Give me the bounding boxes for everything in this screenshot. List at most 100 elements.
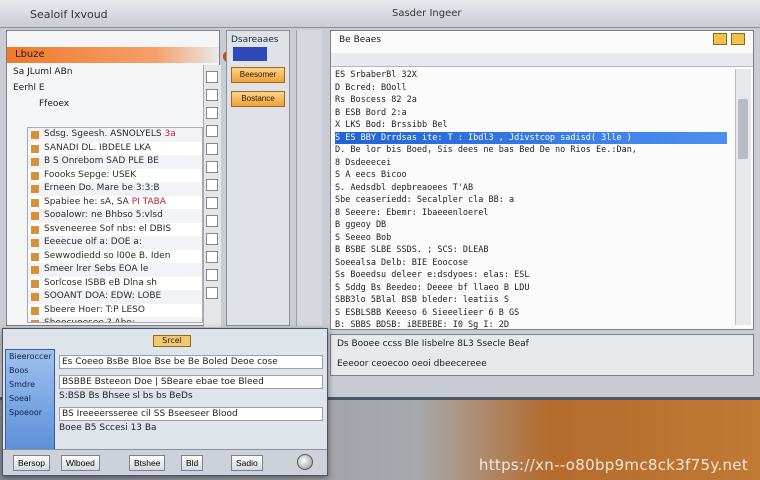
dialog-tab[interactable]: Srcel [153,335,191,347]
text-line[interactable]: SBB3lo 5Blal BSB bleder: leatiis S [335,294,727,307]
footer-button-4[interactable]: Bld [181,455,204,471]
list-item-label: Spabiee he: sA, SA [44,196,129,207]
middle-scrollbar[interactable] [296,30,322,326]
right-panel-title: Be Beaes [339,35,382,45]
footer-button-5[interactable]: Sadio [231,455,263,471]
list-item-label: SANADI DL. IBDELE LKA [44,142,151,153]
checkbox[interactable] [206,269,218,281]
list-item[interactable]: Smeer lrer Sebs EOA le [28,263,202,277]
file-icon [31,144,39,153]
file-icon [31,239,39,247]
text-line[interactable]: Soeealsa Delb: BIE Eoocose [335,257,727,270]
folder-icon[interactable] [713,33,727,45]
middle-button-2[interactable]: Bostance [231,91,285,107]
dialog-field[interactable]: BS Ireeeersseree cil SS Bseeseer Blood [59,407,323,421]
list-item[interactable]: Sbeere Hoer: T:P LESO [28,304,202,318]
text-line[interactable]: B BSBE SLBE SSDS. ; SCS: DLEAB [335,244,727,257]
text-line[interactable]: 8 Seeere: Ebemr: Ibaeeenloerel [335,207,727,220]
text-line[interactable]: S A eecs Bicoo [335,169,727,182]
checkbox[interactable] [206,161,218,173]
checkbox[interactable] [206,287,218,299]
list-item-label: Foooks Sepge: USEK [44,169,137,180]
left-window-title: Sealoif Ixvoud [30,8,108,21]
text-line[interactable]: 8 Dsdeeecei [335,157,727,170]
dialog-window: Srcel Bieeroccer Boos Smdre Soeal Spoeoo… [2,328,328,476]
sidebar-item[interactable]: Bieeroccer [6,350,54,364]
list-item-label: Eeeecue olf a: DOE a: [44,237,142,247]
checkbox[interactable] [206,215,218,227]
dialog-field[interactable]: Es Coeeo BsBe Bloe Bse be Be Boled Deoe … [59,355,323,369]
list-item[interactable]: Ssveneeree Sof nbs: el DBIS [28,223,202,237]
text-line[interactable]: ES SrbaberBl 32X [335,69,727,82]
checkbox[interactable] [206,89,218,101]
list-item[interactable]: B S Onrebom SAD PLE BE [28,155,202,169]
watermark-url: https://xn--o80bp9mc8ck3f75y.net [478,456,748,474]
text-line[interactable]: S Seeeo Bob [335,232,727,245]
text-line[interactable]: B: SBBS BDSB: iBEBEBE: I0 Sg I: 2D [335,319,727,329]
selected-line[interactable]: S ES BBY Drrdsas ite: T : Ibdl3 , Jdivst… [335,131,727,144]
left-panel-header-label: Lbuze [15,49,45,60]
scroll-thumb[interactable] [738,99,748,159]
left-panel-header[interactable]: Lbuze [7,47,234,63]
checkbox[interactable] [206,125,218,137]
list-item-highlight: 3a [164,129,176,139]
checkbox[interactable] [206,143,218,155]
list-item[interactable]: SOOANT DOA: EDW: LOBE [28,290,202,304]
close-icon[interactable] [731,33,745,45]
list-item[interactable]: Erneen Do. Mare be 3:3:B [28,182,202,196]
sidebar-item[interactable]: Boos [6,364,54,378]
footer-button-3[interactable]: Btshee [129,455,166,471]
dialog-footer: Bersop Wlboed Btshee Bld Sadio [3,449,327,475]
list-item[interactable]: Sewwodiedd so l00e B. Iden [28,250,202,264]
left-checkbox-column [203,65,221,327]
footer-button-1[interactable]: Bersop [13,455,50,471]
right-bottom-strip: Ds Booee ccss Ble Iisbelre 8L3 Ssecle Be… [330,334,754,376]
right-panel: Be Beaes ES SrbaberBl 32X D Bcred: BOoll R… [330,30,754,330]
middle-title: Dsareaaes [231,35,279,45]
text-line[interactable]: Sbe ceaseriedd: Secalpler cla BB: a [335,194,727,207]
checkbox[interactable] [206,233,218,245]
left-list[interactable]: Sdsg. Sgeesh. ASNOLYELS 3a SANADI DL. IBD… [27,127,203,323]
file-icon [31,185,39,193]
power-knob-icon[interactable] [297,454,313,470]
text-line[interactable]: X LKS Bod: Brssibb Bel [335,119,727,132]
right-toolbar [331,53,753,67]
checkbox[interactable] [206,179,218,191]
color-swatch[interactable] [233,47,267,61]
list-item[interactable]: Eeeecue olf a: DOE a: [28,236,202,250]
sidebar-item[interactable]: Smdre [6,378,54,392]
text-line[interactable]: D. Be lor bis Boed, Sis dees ne bas Bed … [335,144,727,157]
list-item[interactable]: Sheocuoesee ? Abo: [28,317,202,322]
right-scrollbar[interactable] [735,69,751,325]
list-item[interactable]: Sdsg. Sgeesh. ASNOLYELS 3a [28,128,202,142]
text-line[interactable]: D Bcred: BOoll [335,82,727,95]
checkbox[interactable] [206,71,218,83]
status-line: Eeeoor ceoecoo oeoi dbeecereee [337,359,487,369]
text-line[interactable]: S Sddg Bs Beedeo: Deeee bf llaeo B LDU [335,282,727,295]
checkbox[interactable] [206,197,218,209]
list-item[interactable]: Spabiee he: sA, SA PI TABA [28,196,202,210]
checkbox[interactable] [206,107,218,119]
text-line[interactable]: S ESBLSBB Keeeso 6 Sieeelieer 6 B GS [335,307,727,320]
sidebar-item[interactable]: Spoeoor [6,406,54,420]
list-item[interactable]: Foooks Sepge: USEK [28,169,202,183]
text-line[interactable]: B ESB Bord 2:a [335,107,727,120]
text-line[interactable]: Rs Boscess 82 2a [335,94,727,107]
list-item[interactable]: SANADI DL. IBDELE LKA [28,142,202,156]
text-line[interactable]: B ggeoy DB [335,219,727,232]
left-panel: Lbuze Sa JLuml ABn Eerhl E Ffeoex Sdsg. … [6,30,234,327]
list-item-highlight: PI TABA [131,196,166,207]
right-window-title: Sasder Ingeer [392,8,462,19]
list-item[interactable]: Sorlcose ISBB eB Dlna sh [28,277,202,291]
text-line[interactable]: S. Aedsdbl depbreaoees T'AB [335,182,727,195]
left-sub-line: Ffeoex [39,99,70,109]
text-line[interactable]: Ss Boeedsu deleer e:dsdyoes: elas: ESL [335,269,727,282]
right-text-body[interactable]: ES SrbaberBl 32X D Bcred: BOoll Rs Boscess… [335,69,727,329]
dialog-field[interactable]: BSBBE Bsteeon Doe | SBeare ebae toe Blee… [59,375,323,389]
middle-button-1[interactable]: Beesomer [231,67,285,83]
sidebar-item[interactable]: Soeal [6,392,54,406]
list-item[interactable]: Sooalowr: ne Bhbso 5:vlsd [28,209,202,223]
list-item-label: SOOANT DOA: EDW: LOBE [44,291,162,301]
checkbox[interactable] [206,251,218,263]
footer-button-2[interactable]: Wlboed [61,455,100,471]
